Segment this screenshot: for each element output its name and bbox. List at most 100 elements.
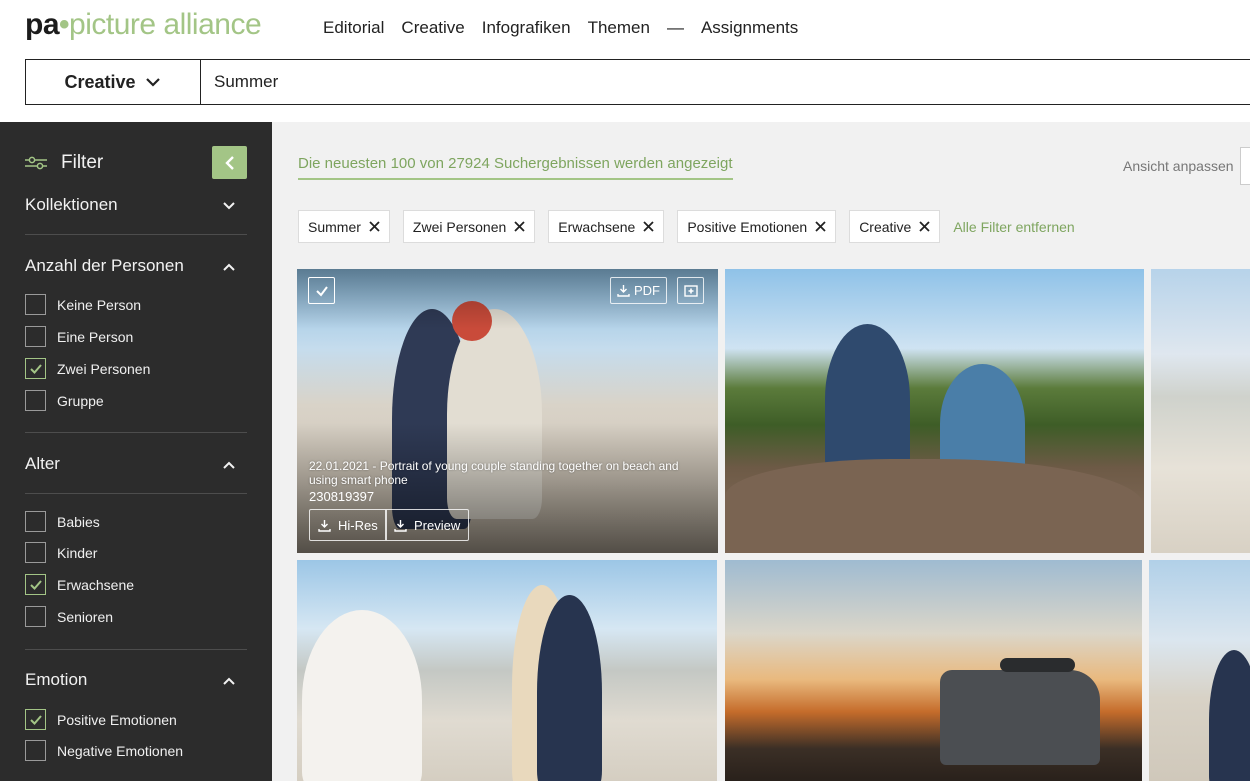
chevron-up-icon[interactable] (221, 673, 237, 689)
nav-assignments[interactable]: Assignments (701, 18, 798, 38)
option-label: Erwachsene (57, 576, 135, 593)
remove-all-filters-link[interactable]: Alle Filter entfernen (953, 219, 1074, 235)
filter-chip-summer[interactable]: Summer (298, 210, 390, 243)
chevron-down-icon[interactable] (221, 198, 237, 214)
filter-option-babies[interactable]: Babies (25, 511, 100, 532)
filter-option-eine-person[interactable]: Eine Person (25, 326, 133, 347)
add-to-lightbox-button[interactable] (677, 277, 704, 304)
close-icon[interactable] (643, 221, 654, 232)
chevron-up-icon[interactable] (221, 259, 237, 275)
collapse-sidebar-button[interactable] (212, 146, 247, 179)
hires-label: Hi-Res (338, 517, 378, 533)
filter-option-senioren[interactable]: Senioren (25, 606, 113, 627)
image-caption: 22.01.2021 - Portrait of young couple st… (309, 459, 679, 487)
checkbox[interactable] (25, 390, 46, 411)
divider (25, 432, 247, 433)
results-count: Die neuesten 100 von 27924 Suchergebniss… (298, 155, 733, 180)
option-label: Senioren (57, 608, 114, 625)
add-to-lightbox-icon (683, 284, 698, 297)
photo-van (940, 670, 1100, 765)
section-title-anzahl-personen[interactable]: Anzahl der Personen (25, 256, 184, 276)
checkbox[interactable] (25, 606, 46, 627)
preview-download-button[interactable]: Preview (385, 509, 470, 541)
checkmark-icon (29, 579, 42, 590)
photo-rocks (725, 459, 1144, 553)
filter-option-keine-person[interactable]: Keine Person (25, 294, 141, 315)
section-title-alter[interactable]: Alter (25, 454, 60, 474)
divider (25, 649, 247, 650)
results-area: Die neuesten 100 von 27924 Suchergebniss… (272, 122, 1250, 781)
logo[interactable]: pa•picture alliance (25, 8, 262, 42)
filter-sidebar: Filter Kollektionen Anzahl der Personen … (0, 122, 272, 781)
divider (25, 234, 247, 235)
filter-option-gruppe[interactable]: Gruppe (25, 390, 104, 411)
chip-label: Zwei Personen (412, 218, 507, 235)
checkbox[interactable] (25, 740, 46, 761)
logo-pa: pa (25, 8, 60, 41)
image-thumbnail[interactable] (1151, 269, 1250, 553)
checkbox[interactable] (25, 511, 46, 532)
checkmark-icon (315, 285, 328, 297)
filter-chip-erwachsene[interactable]: Erwachsene (548, 210, 665, 243)
photo-figure (537, 595, 602, 781)
chip-label: Summer (308, 218, 361, 235)
active-filter-chips: Summer Zwei Personen Erwachsene Positive… (298, 210, 1075, 243)
checkbox[interactable] (25, 326, 46, 347)
filter-chip-zwei-personen[interactable]: Zwei Personen (402, 210, 536, 243)
image-thumbnail[interactable] (725, 269, 1144, 553)
checkbox[interactable] (25, 542, 46, 563)
select-image-checkbox[interactable] (308, 277, 335, 304)
nav-creative[interactable]: Creative (401, 18, 464, 38)
hires-download-button[interactable]: Hi-Res (309, 509, 387, 541)
nav-themen[interactable]: Themen (588, 18, 650, 38)
filter-option-positive-emotionen[interactable]: Positive Emotionen (25, 709, 177, 730)
sliders-icon (25, 156, 47, 170)
checkbox-checked[interactable] (25, 709, 46, 730)
option-label: Babies (57, 513, 100, 530)
option-label: Zwei Personen (57, 360, 151, 377)
filter-option-kinder[interactable]: Kinder (25, 542, 97, 563)
logo-text: picture alliance (69, 8, 262, 41)
chip-label: Positive Emotionen (687, 218, 808, 235)
image-thumbnail-featured[interactable]: PDF 22.01.2021 - Portrait of young coupl… (297, 269, 718, 553)
chevron-up-icon[interactable] (221, 457, 237, 473)
option-label: Eine Person (57, 328, 134, 345)
close-icon[interactable] (919, 221, 930, 232)
view-settings-link[interactable]: Ansicht anpassen (1123, 158, 1234, 174)
image-thumbnail[interactable] (297, 560, 717, 781)
close-icon[interactable] (815, 221, 826, 232)
image-id: 230819397 (309, 489, 375, 504)
search-scope-dropdown[interactable]: Creative (26, 60, 201, 104)
nav-editorial[interactable]: Editorial (323, 18, 384, 38)
preview-label: Preview (414, 517, 461, 533)
close-icon[interactable] (514, 221, 525, 232)
filter-chip-positive-emotionen[interactable]: Positive Emotionen (677, 210, 837, 243)
close-icon[interactable] (369, 221, 380, 232)
checkbox-checked[interactable] (25, 358, 46, 379)
section-title-emotion[interactable]: Emotion (25, 670, 87, 690)
filter-option-negative-emotionen[interactable]: Negative Emotionen (25, 740, 183, 761)
pdf-download-button[interactable]: PDF (610, 277, 667, 304)
nav-separator: — (666, 18, 684, 37)
search-input[interactable] (201, 60, 1250, 104)
checkmark-icon (29, 714, 42, 725)
chevron-left-icon (224, 155, 234, 170)
view-settings-dropdown[interactable] (1240, 147, 1250, 185)
image-thumbnail[interactable] (725, 560, 1142, 781)
option-label: Keine Person (57, 296, 142, 313)
search-scope-label: Creative (64, 71, 136, 92)
option-label: Kinder (57, 544, 98, 561)
filter-option-zwei-personen[interactable]: Zwei Personen (25, 358, 150, 379)
pdf-label: PDF (634, 283, 660, 298)
chip-label: Creative (859, 218, 912, 235)
filter-chip-creative[interactable]: Creative (849, 210, 941, 243)
section-title-kollektionen[interactable]: Kollektionen (25, 195, 118, 215)
checkbox[interactable] (25, 294, 46, 315)
checkbox-checked[interactable] (25, 574, 46, 595)
photo-figure (302, 610, 422, 781)
download-icon (318, 519, 331, 532)
search-bar: Creative (25, 59, 1250, 105)
nav-infografiken[interactable]: Infografiken (482, 18, 571, 38)
filter-option-erwachsene[interactable]: Erwachsene (25, 574, 134, 595)
image-thumbnail[interactable] (1149, 560, 1250, 781)
